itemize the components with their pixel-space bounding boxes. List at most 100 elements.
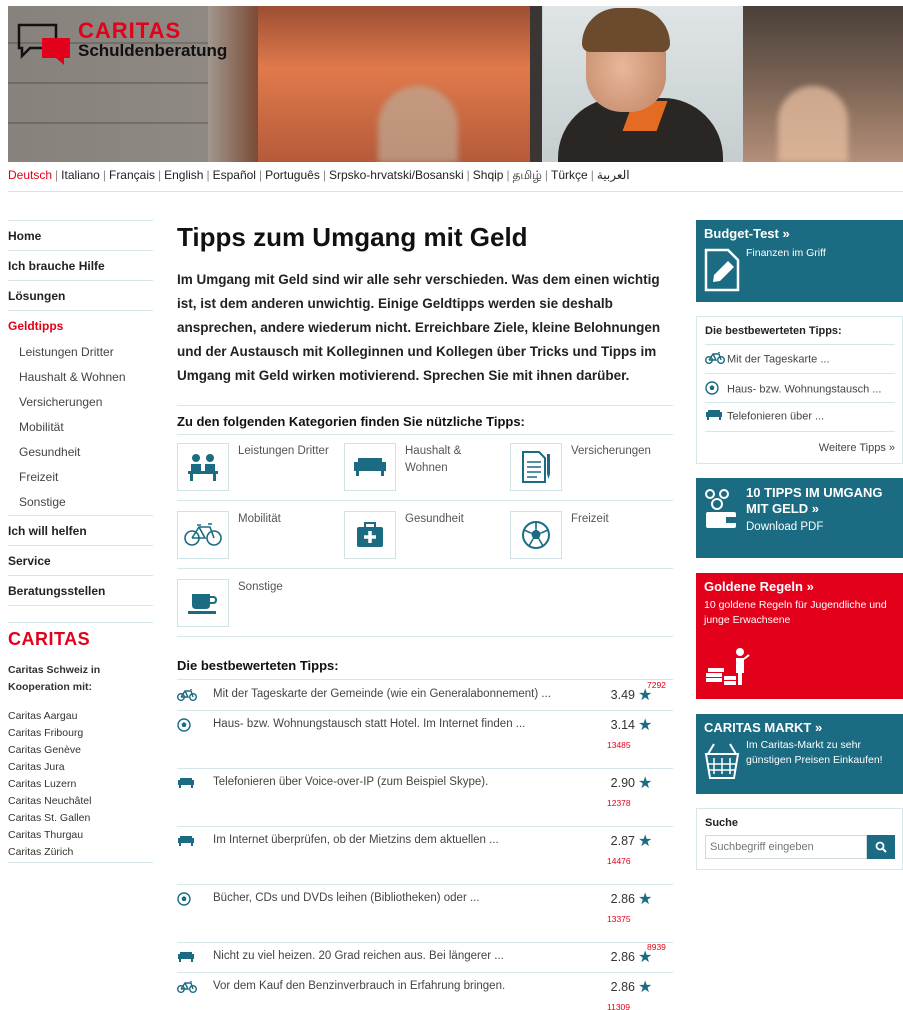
caritas-org-link[interactable]: Caritas Aargau bbox=[8, 708, 153, 725]
tip-row[interactable]: Bücher, CDs und DVDs leihen (Bibliotheke… bbox=[177, 890, 673, 940]
soccer-ball-icon bbox=[705, 381, 727, 398]
category-label: Leistungen Dritter bbox=[238, 445, 329, 457]
language-separator: | bbox=[466, 168, 470, 182]
caritas-org-link[interactable]: Caritas St. Gallen bbox=[8, 810, 153, 827]
caritas-org-link[interactable]: Caritas Zürich bbox=[8, 844, 153, 861]
language-link[interactable]: Shqip bbox=[473, 168, 504, 182]
divider bbox=[177, 972, 673, 973]
nav-item[interactable]: Ich brauche Hilfe bbox=[8, 250, 153, 280]
sidebar-tip-link[interactable]: Mit der Tageskarte ... bbox=[705, 351, 895, 367]
nav-subitem[interactable]: Versicherungen bbox=[8, 390, 153, 415]
pencil-document-icon bbox=[704, 248, 740, 292]
sidebar-tip-link[interactable]: Telefonieren über ... bbox=[705, 410, 895, 423]
star-icon[interactable]: ★ bbox=[638, 889, 652, 909]
language-link[interactable]: Deutsch bbox=[8, 168, 52, 182]
category-label: Haushalt & Wohnen bbox=[405, 445, 462, 474]
language-link[interactable]: العربية bbox=[597, 168, 630, 182]
budget-test-box[interactable]: Budget-Test » Finanzen im Griff bbox=[696, 220, 903, 302]
language-link[interactable]: Français bbox=[109, 168, 155, 182]
language-link[interactable]: Srpsko-hrvatski/Bosanski bbox=[329, 168, 464, 182]
caritas-org-link[interactable]: Caritas Fribourg bbox=[8, 725, 153, 742]
divider bbox=[177, 568, 673, 569]
category-label: Sonstige bbox=[238, 581, 283, 593]
language-link[interactable]: Português bbox=[265, 168, 320, 182]
caritas-markt-box[interactable]: CARITAS MARKT » Im Caritas-Markt zu sehr… bbox=[696, 714, 903, 794]
more-tips-link[interactable]: Weitere Tipps » bbox=[705, 442, 895, 454]
language-link[interactable]: English bbox=[164, 168, 203, 182]
category-5[interactable]: Gesundheit bbox=[344, 511, 504, 561]
nav-item[interactable]: Home bbox=[8, 220, 153, 250]
language-bar: Deutsch | Italiano | Français | English | Españo… bbox=[8, 168, 903, 184]
people-icon bbox=[177, 443, 229, 491]
category-4[interactable]: Mobilität bbox=[177, 511, 337, 561]
divider bbox=[177, 884, 673, 885]
language-separator: | bbox=[258, 168, 263, 182]
sidebar-tip-link[interactable]: Haus- bzw. Wohnungstausch ... bbox=[705, 381, 895, 398]
nav-subitem[interactable]: Sonstige bbox=[8, 490, 153, 515]
category-3[interactable]: Versicherungen bbox=[510, 443, 670, 493]
best-tips-heading: Die bestbewerteten Tipps: bbox=[177, 658, 339, 673]
category-6[interactable]: Freizeit bbox=[510, 511, 670, 561]
divider bbox=[177, 434, 673, 435]
header-banner: CARITAS Schuldenberatung bbox=[8, 6, 903, 162]
search-button[interactable] bbox=[867, 835, 895, 859]
nav-subitem[interactable]: Mobilität bbox=[8, 415, 153, 440]
goldene-regeln-box[interactable]: Goldene Regeln » 10 goldene Regeln für J… bbox=[696, 573, 903, 699]
sidebar-best-tips: Die bestbewerteten Tipps: Mit der Tagesk… bbox=[696, 316, 903, 464]
caritas-org-link[interactable]: Caritas Luzern bbox=[8, 776, 153, 793]
tip-row[interactable]: Vor dem Kauf den Benzinverbrauch in Erfa… bbox=[177, 978, 673, 1010]
nav-item[interactable]: Service bbox=[8, 545, 153, 575]
download-pdf-link[interactable]: Download PDF bbox=[746, 520, 823, 535]
nav-item[interactable]: Ich will helfen bbox=[8, 515, 153, 545]
tip-row[interactable]: Nicht zu viel heizen. 20 Grad reichen au… bbox=[177, 942, 673, 972]
nav-item[interactable]: Geldtipps bbox=[8, 310, 153, 340]
tip-rating: 2.86 bbox=[610, 892, 635, 906]
bicycle-icon bbox=[705, 351, 727, 367]
caritas-org-link[interactable]: Caritas Thurgau bbox=[8, 827, 153, 844]
caritas-org-link[interactable]: Caritas Neuchâtel bbox=[8, 793, 153, 810]
tip-row[interactable]: Haus- bzw. Wohnungstausch statt Hotel. I… bbox=[177, 716, 673, 766]
tip-vote-count: 13375 bbox=[607, 914, 631, 924]
site-logo[interactable]: CARITAS Schuldenberatung bbox=[16, 20, 236, 70]
sidebar-tip-text: Telefonieren über ... bbox=[727, 410, 825, 423]
sidebar-best-tips-title: Die bestbewerteten Tipps: bbox=[705, 325, 842, 337]
coffee-cup-icon bbox=[177, 579, 229, 627]
star-icon[interactable]: ★ bbox=[638, 773, 652, 793]
tip-row[interactable]: Im Internet überprüfen, ob der Mietzins … bbox=[177, 832, 673, 882]
tip-row[interactable]: Mit der Tageskarte der Gemeinde (wie ein… bbox=[177, 680, 673, 710]
language-link[interactable]: Italiano bbox=[61, 168, 100, 182]
divider bbox=[8, 862, 153, 863]
ten-tips-pdf-box[interactable]: 10 TIPPS IM UMGANG MIT GELD » Download P… bbox=[696, 478, 903, 558]
language-link[interactable]: Español bbox=[213, 168, 256, 182]
divider bbox=[177, 636, 673, 637]
category-1[interactable]: Leistungen Dritter bbox=[177, 443, 337, 493]
nav-subitem[interactable]: Freizeit bbox=[8, 465, 153, 490]
caritas-org-link[interactable]: Caritas Genève bbox=[8, 742, 153, 759]
tip-vote-count: 11309 bbox=[607, 1002, 631, 1010]
soccer-ball-icon bbox=[510, 511, 562, 559]
coins-wallet-icon bbox=[705, 489, 736, 528]
nav-item[interactable]: Beratungsstellen bbox=[8, 575, 153, 605]
search-title: Suche bbox=[705, 817, 739, 829]
star-icon[interactable]: ★ bbox=[638, 977, 652, 997]
tip-row[interactable]: Telefonieren über Voice-over-IP (zum Bei… bbox=[177, 774, 673, 824]
left-navigation: Home Ich brauche Hilfe Lösungen Geldtipps Le… bbox=[8, 220, 153, 606]
category-label: Gesundheit bbox=[405, 513, 464, 525]
category-2[interactable]: Haushalt & Wohnen bbox=[344, 443, 504, 493]
nav-item[interactable]: Lösungen bbox=[8, 280, 153, 310]
star-icon[interactable]: ★ bbox=[638, 715, 652, 735]
language-link[interactable]: Türkçe bbox=[551, 168, 588, 182]
category-7[interactable]: Sonstige bbox=[177, 579, 337, 629]
caritas-org-link[interactable]: Caritas Jura bbox=[8, 759, 153, 776]
language-link[interactable]: தமிழ் bbox=[513, 168, 542, 182]
caritas-logo[interactable]: CARITAS bbox=[8, 629, 153, 650]
tip-text: Vor dem Kauf den Benzinverbrauch in Erfa… bbox=[213, 980, 506, 992]
bicycle-icon bbox=[177, 980, 199, 994]
nav-subitem[interactable]: Gesundheit bbox=[8, 440, 153, 465]
search-input[interactable] bbox=[705, 835, 867, 859]
nav-subitem[interactable]: Haushalt & Wohnen bbox=[8, 365, 153, 390]
star-icon[interactable]: ★ bbox=[638, 831, 652, 851]
nav-subitem[interactable]: Leistungen Dritter bbox=[8, 340, 153, 365]
sidebar-tip-text: Haus- bzw. Wohnungstausch ... bbox=[727, 383, 882, 396]
category-label: Mobilität bbox=[238, 513, 281, 525]
